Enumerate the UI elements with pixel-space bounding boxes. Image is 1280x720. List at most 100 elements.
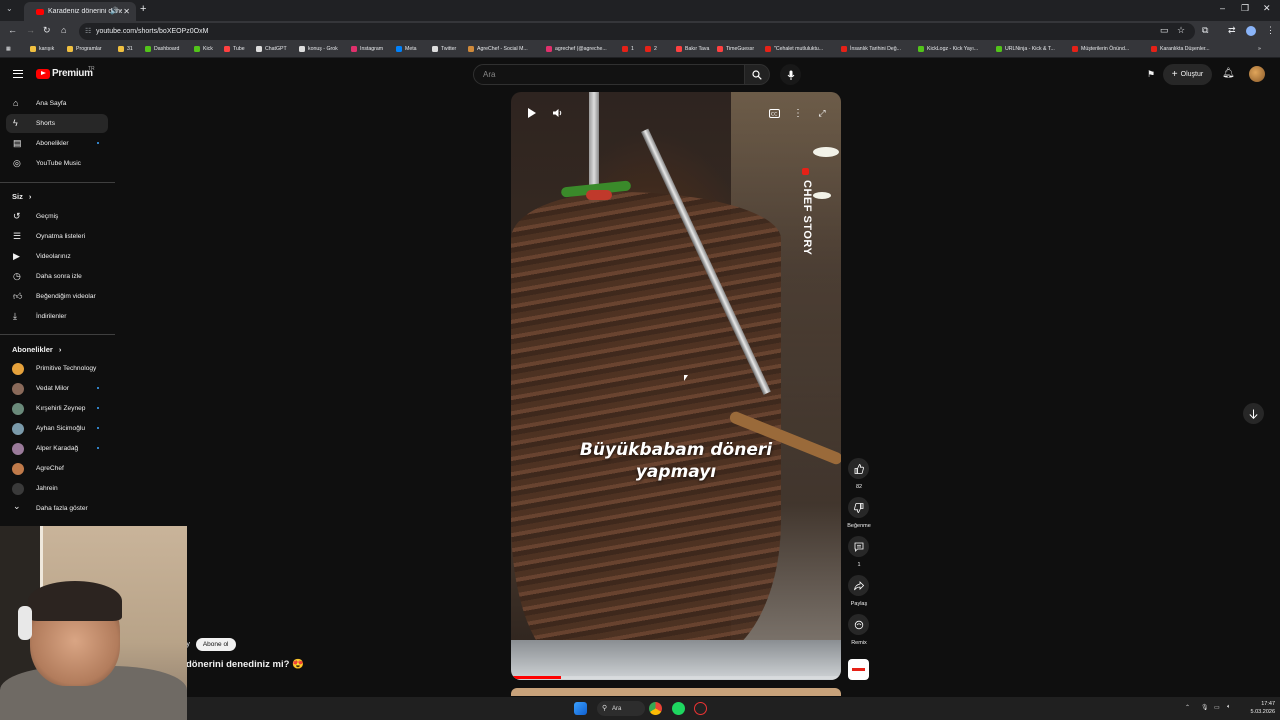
sidebar-item-your-videos[interactable]: ▶ Videolarınız: [6, 247, 108, 266]
sound-thumbnail[interactable]: [848, 659, 869, 680]
tab-search-icon[interactable]: ⌄: [6, 4, 13, 13]
browser-tab[interactable]: Karadeniz dönerini denedin 🔊 ✕: [24, 2, 136, 21]
forward-icon[interactable]: →: [26, 25, 35, 35]
install-icon[interactable]: ▭: [1160, 25, 1169, 36]
close-window-icon[interactable]: ✕: [1263, 3, 1271, 14]
spotify-taskbar-icon[interactable]: [672, 702, 685, 715]
bookmark-item[interactable]: 1: [622, 46, 634, 52]
tray-chevron-icon[interactable]: ⌃: [1185, 704, 1190, 711]
sidebar-channel-item[interactable]: Jahrein: [6, 479, 108, 498]
reload-icon[interactable]: ↻: [43, 25, 51, 36]
sidebar-item-subscriptions[interactable]: ▤ Abonelikler: [6, 134, 108, 153]
bookmark-item[interactable]: ChatGPT: [256, 46, 287, 52]
create-button[interactable]: + Oluştur: [1163, 64, 1212, 85]
profile-icon[interactable]: [1246, 26, 1256, 36]
sidebar-channel-item[interactable]: Alper Karadağ: [6, 439, 108, 458]
sidebar-item-watch-later[interactable]: ◷ Daha sonra izle: [6, 267, 108, 286]
sidebar-item-playlist[interactable]: ☰ Oynatma listeleri: [6, 227, 108, 246]
app-taskbar-icon[interactable]: [694, 702, 707, 715]
bookmark-item[interactable]: İnsanlık Tarihini Değ...: [841, 46, 901, 52]
sidebar-channel-item[interactable]: Vedat Milor: [6, 379, 108, 398]
play-button[interactable]: [522, 104, 540, 122]
sidebar-item-history[interactable]: ↺ Geçmiş: [6, 207, 108, 226]
fullscreen-button[interactable]: ⤢: [813, 104, 831, 122]
new-tab-button[interactable]: +: [140, 3, 146, 15]
bookmark-item[interactable]: Programlar: [67, 46, 102, 52]
sidebar-item-music[interactable]: ◎ YouTube Music: [6, 154, 108, 173]
sidebar-item-shorts[interactable]: ϟ Shorts: [6, 114, 108, 133]
speaker-icon[interactable]: 🔊: [110, 7, 119, 15]
bookmark-item[interactable]: Twitter: [432, 46, 456, 52]
search-input[interactable]: Ara: [473, 64, 745, 85]
bookmark-item[interactable]: karışık: [30, 46, 54, 52]
subscribe-button[interactable]: Abone ol: [195, 638, 236, 651]
sidebar-item-download[interactable]: ⤓ İndirilenler: [6, 307, 108, 326]
back-icon[interactable]: ←: [8, 25, 17, 35]
minimize-icon[interactable]: –: [1220, 3, 1225, 13]
bookmark-item[interactable]: AgreChef - Social M...: [468, 46, 528, 52]
bookmark-item[interactable]: Karanlıkta Düşenler...: [1151, 46, 1210, 52]
bookmark-item[interactable]: 2: [645, 46, 657, 52]
menu-icon[interactable]: ⋮: [1266, 25, 1275, 36]
section-subscriptions-title[interactable]: Abonelikler ›: [12, 345, 61, 354]
section-you-title[interactable]: Siz ›: [12, 192, 31, 201]
sidebar-channel-item[interactable]: AgreChef: [6, 459, 108, 478]
bookmark-star-icon[interactable]: ☆: [1177, 25, 1185, 36]
remix-button[interactable]: [848, 614, 869, 635]
home-icon[interactable]: ⌂: [61, 25, 66, 35]
system-clock[interactable]: 17:47 5.03.2026: [1227, 700, 1275, 716]
cast-icon[interactable]: ⚑: [1147, 69, 1155, 80]
show-more-button[interactable]: ⌄ Daha fazla göster: [6, 499, 108, 518]
windows-start-icon[interactable]: [574, 702, 587, 715]
comments-button[interactable]: [848, 536, 869, 557]
bookmark-item[interactable]: agrechef (@agreche...: [546, 46, 607, 52]
youtube-logo[interactable]: Premium: [36, 68, 93, 79]
bookmark-item[interactable]: Kick: [194, 46, 213, 52]
shorts-video-player[interactable]: CC ⋮ ⤢ CHEF STORY Büyükbabam döneri yapm…: [511, 92, 841, 680]
next-video-button[interactable]: [1243, 403, 1264, 424]
bookmark-item[interactable]: TimeGuessr: [717, 46, 754, 52]
address-bar[interactable]: ☷ youtube.com/shorts/boXEOPz0OxM: [79, 23, 1195, 40]
sidebar-channel-item[interactable]: Kırşehirli Zeynep: [6, 399, 108, 418]
dislike-button[interactable]: [848, 497, 869, 518]
bookmark-item[interactable]: KickLogz - Kick Yayı...: [918, 46, 978, 52]
bookmark-item[interactable]: Bakır Tava: [676, 46, 709, 52]
bookmark-item[interactable]: konuş - Grok: [299, 46, 338, 52]
bookmark-label: TimeGuessr: [726, 46, 755, 52]
more-options-button[interactable]: ⋮: [789, 104, 807, 122]
video-progress-bar[interactable]: [511, 676, 841, 679]
voice-search-button[interactable]: [780, 64, 801, 85]
taskbar-search[interactable]: ⚲ Ara: [597, 701, 645, 716]
menu-burger-icon[interactable]: [13, 70, 23, 78]
bookmark-item[interactable]: URLNinja - Kick & T...: [996, 46, 1055, 52]
sidebar-item-home[interactable]: ⌂ Ana Sayfa: [6, 94, 108, 113]
search-button[interactable]: [745, 64, 770, 85]
bookmark-item[interactable]: Instagram: [351, 46, 383, 52]
like-button[interactable]: [848, 458, 869, 479]
maximize-icon[interactable]: ❐: [1241, 3, 1249, 14]
sidebar-channel-item[interactable]: Ayhan Sicimoğlu: [6, 419, 108, 438]
share-button[interactable]: [848, 575, 869, 596]
sidepanel-icon[interactable]: ⇄: [1228, 25, 1236, 36]
close-tab-icon[interactable]: ✕: [123, 7, 130, 16]
site-info-icon[interactable]: ☷: [85, 27, 91, 35]
tray-mic-icon[interactable]: 🎙︎: [1201, 704, 1209, 711]
sidebar-channel-item[interactable]: Primitive Technology: [6, 359, 108, 378]
bookmark-item[interactable]: "Cehalet mutluluktu...: [765, 46, 823, 52]
captions-button[interactable]: CC: [765, 104, 783, 122]
next-short-preview[interactable]: [511, 688, 841, 696]
apps-icon[interactable]: ▦: [6, 46, 11, 52]
network-icon[interactable]: ▭: [1214, 704, 1220, 711]
sidebar-item-liked[interactable]: 👍︎ Beğendiğim videolar: [6, 287, 108, 306]
bookmark-item[interactable]: Dashboard: [145, 46, 179, 52]
bookmark-item[interactable]: Tube: [224, 46, 245, 52]
chrome-taskbar-icon[interactable]: [649, 702, 662, 715]
volume-button[interactable]: [549, 104, 567, 122]
extensions-icon[interactable]: ⧉: [1202, 25, 1208, 36]
bookmark-item[interactable]: Müşterilerin Önünd...: [1072, 46, 1129, 52]
bookmark-item[interactable]: Meta: [396, 46, 417, 52]
more-bookmarks-icon[interactable]: »: [1258, 46, 1261, 52]
bookmark-item[interactable]: 31: [118, 46, 133, 52]
notifications-icon[interactable]: 🔔︎: [1222, 68, 1235, 79]
account-avatar[interactable]: [1249, 66, 1265, 82]
